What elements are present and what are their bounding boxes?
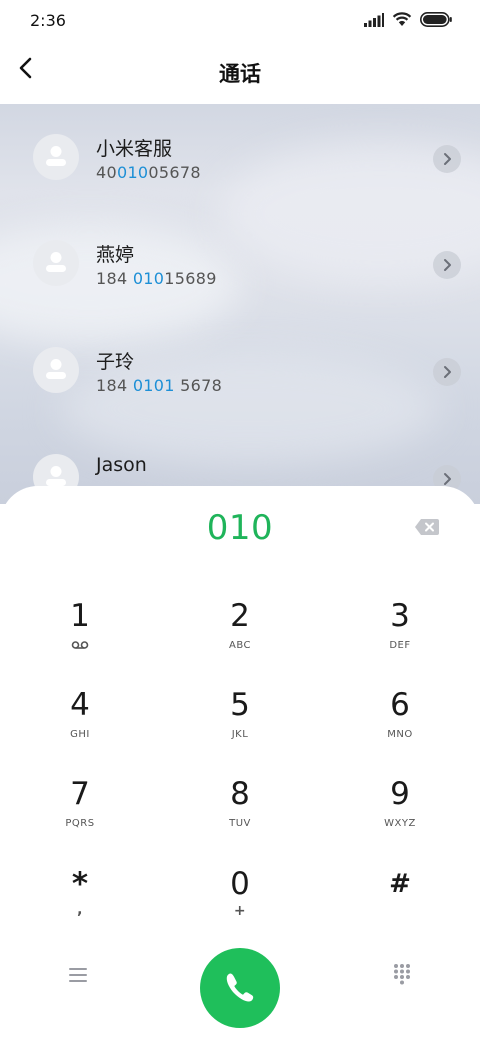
contact-list: 小米客服 4001005678 燕婷 184 01015689 子玲 184 0… <box>0 104 480 504</box>
page-title: 通话 <box>219 62 261 86</box>
key-5[interactable]: 5 JKL <box>180 687 300 757</box>
key-letters: WXYZ <box>384 818 416 829</box>
chevron-right-icon <box>444 153 451 165</box>
avatar <box>33 240 79 286</box>
dialed-number: 010 <box>206 508 274 548</box>
key-hash[interactable]: # <box>340 866 460 936</box>
details-button[interactable] <box>433 251 461 279</box>
contact-name: 燕婷 <box>96 244 135 266</box>
contact-name: 子玲 <box>96 351 135 373</box>
contact-number: 184 01015689 <box>96 269 217 288</box>
chevron-right-icon <box>444 366 451 378</box>
key-7[interactable]: 7 PQRS <box>20 776 140 846</box>
key-9[interactable]: 9 WXYZ <box>340 776 460 846</box>
contact-number: 4001005678 <box>96 163 201 182</box>
status-time: 2:36 <box>30 11 66 30</box>
avatar <box>33 347 79 393</box>
status-icons <box>364 12 452 27</box>
contact-number: 184 0101 5678 <box>96 376 223 395</box>
header: 通话 <box>0 42 480 104</box>
key-letters <box>340 908 460 922</box>
wifi-icon <box>392 12 412 26</box>
signal-icon <box>364 12 384 27</box>
key-digit: 4 <box>70 687 90 723</box>
key-0[interactable]: 0 + <box>180 866 300 936</box>
key-4[interactable]: 4 GHI <box>20 687 140 757</box>
key-3[interactable]: 3 DEF <box>340 598 460 668</box>
key-2[interactable]: 2 ABC <box>180 598 300 668</box>
person-icon <box>46 146 66 166</box>
phone-icon <box>226 973 254 1002</box>
key-digit: 5 <box>230 687 250 723</box>
contact-row[interactable]: 小米客服 4001005678 <box>0 104 480 194</box>
key-1[interactable]: 1 <box>20 598 140 668</box>
key-digit: 0 <box>230 866 250 902</box>
key-digit: 8 <box>230 776 250 812</box>
key-digit: # <box>389 869 411 899</box>
key-letters: PQRS <box>65 818 95 829</box>
key-digit: 9 <box>390 776 410 812</box>
key-digit: 6 <box>390 687 410 723</box>
key-digit: 3 <box>390 598 410 634</box>
keypad-icon[interactable] <box>392 963 412 985</box>
key-digit: 7 <box>70 776 90 812</box>
key-8[interactable]: 8 TUV <box>180 776 300 846</box>
contact-row[interactable]: 燕婷 184 01015689 <box>0 210 480 300</box>
key-letters: , <box>77 902 83 918</box>
key-digit: 2 <box>230 598 250 634</box>
key-digit: 1 <box>70 598 90 634</box>
key-letters: GHI <box>70 729 90 740</box>
voicemail-icon <box>20 640 140 654</box>
avatar <box>33 134 79 180</box>
status-bar: 2:36 <box>0 0 480 42</box>
contact-row[interactable]: 子玲 184 0101 5678 <box>0 317 480 407</box>
key-digit: * <box>71 866 89 902</box>
key-letters: DEF <box>389 640 411 651</box>
details-button[interactable] <box>433 358 461 386</box>
menu-icon[interactable] <box>67 965 89 985</box>
details-button[interactable] <box>433 145 461 173</box>
key-letters: MNO <box>387 729 413 740</box>
call-button[interactable] <box>200 948 280 1028</box>
contact-name: 小米客服 <box>96 138 173 160</box>
backspace-icon[interactable] <box>414 518 440 536</box>
person-icon <box>46 252 66 272</box>
person-icon <box>46 359 66 379</box>
key-letters: + <box>233 903 247 919</box>
key-letters: TUV <box>229 818 251 829</box>
key-letters: JKL <box>231 729 249 740</box>
key-letters: ABC <box>228 640 251 651</box>
contact-name: Jason <box>96 454 147 476</box>
chevron-right-icon <box>444 259 451 271</box>
key-star[interactable]: * , <box>20 866 140 936</box>
battery-icon <box>420 12 452 27</box>
key-6[interactable]: 6 MNO <box>340 687 460 757</box>
